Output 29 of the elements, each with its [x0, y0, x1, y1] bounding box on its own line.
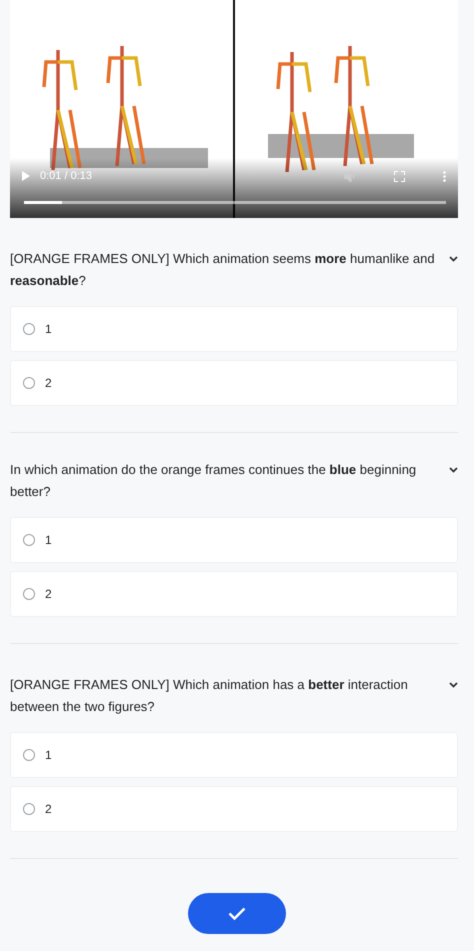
option-label: 2: [45, 586, 52, 603]
check-icon: [228, 907, 246, 920]
option-label: 1: [45, 321, 52, 338]
video-time: 0:01 / 0:13: [40, 169, 92, 184]
radio-button[interactable]: [23, 534, 35, 546]
question-text: In which animation do the orange frames continues the blue beginning better?: [10, 461, 418, 501]
answer-option[interactable]: 2: [10, 360, 458, 406]
answer-option[interactable]: 1: [10, 517, 458, 563]
option-label: 1: [45, 532, 52, 549]
radio-button[interactable]: [23, 323, 35, 335]
submit-button[interactable]: [188, 893, 286, 934]
fullscreen-icon[interactable]: [394, 170, 405, 182]
question-text: [ORANGE FRAMES ONLY] Which animation has a better interaction between the two figures?: [10, 676, 409, 716]
radio-button[interactable]: [23, 588, 35, 600]
volume-icon[interactable]: [344, 170, 356, 182]
option-label: 2: [45, 801, 52, 818]
answer-option[interactable]: 2: [10, 786, 458, 832]
question-text: [ORANGE FRAMES ONLY] Which animation seems more humanlike and reasonable?: [10, 250, 436, 290]
answer-option[interactable]: 1: [10, 306, 458, 352]
play-icon[interactable]: [22, 171, 30, 182]
answer-option[interactable]: 1: [10, 732, 458, 778]
more-options-icon[interactable]: [443, 170, 446, 182]
progress-track[interactable]: [24, 201, 446, 204]
option-label: 2: [45, 375, 52, 392]
answer-option[interactable]: 2: [10, 571, 458, 617]
radio-button[interactable]: [23, 749, 35, 761]
radio-button[interactable]: [23, 803, 35, 815]
radio-button[interactable]: [23, 377, 35, 389]
option-label: 1: [45, 747, 52, 764]
